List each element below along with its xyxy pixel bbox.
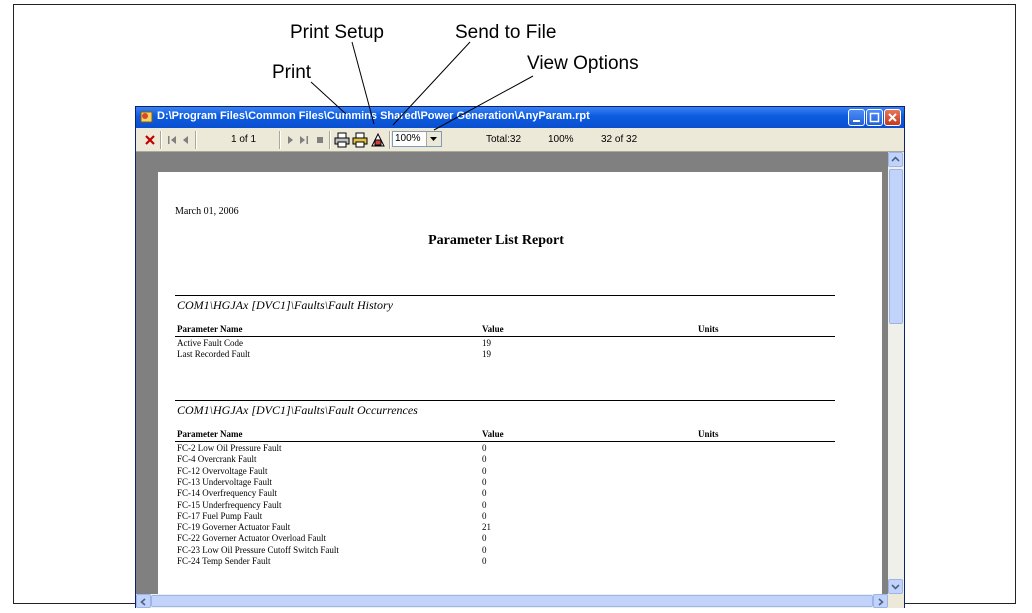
toolbar-separator (195, 131, 197, 149)
toolbar-separator (389, 131, 391, 149)
close-window-button[interactable] (884, 109, 901, 126)
stop-icon[interactable] (314, 132, 326, 148)
report-title: Parameter List Report (428, 233, 564, 248)
chevron-up-icon (891, 156, 900, 162)
maximize-button[interactable] (866, 109, 883, 126)
table-cell: 0 (482, 443, 487, 453)
report-date: March 01, 2006 (175, 206, 239, 217)
table-cell: 0 (482, 556, 487, 566)
section-rule (175, 400, 835, 401)
zoom-dropdown-button[interactable] (426, 132, 441, 146)
column-header: Value (482, 429, 504, 439)
table-cell: FC-13 Undervoltage Fault (177, 476, 272, 487)
percent-read: 100% (548, 134, 574, 145)
horizontal-scrollbar[interactable] (136, 594, 888, 608)
section-rule (175, 295, 835, 296)
first-page-icon[interactable] (166, 132, 178, 148)
column-header: Parameter Name (177, 324, 243, 334)
close-icon (888, 113, 897, 122)
table-cell: 19 (482, 349, 491, 360)
table-cell: 21 (482, 522, 491, 533)
table-cell: FC-12 Overvoltage Fault (177, 465, 268, 476)
table-cell: Active Fault Code (177, 338, 243, 348)
table-cell: FC-17 Fuel Pump Fault (177, 510, 263, 521)
toolbar-separator (329, 131, 331, 149)
toolbar-separator (279, 131, 281, 149)
next-page-icon[interactable] (284, 132, 296, 148)
total-records: Total:32 (486, 134, 522, 145)
scroll-left-button[interactable] (136, 594, 151, 608)
callout-view-options: View Options (527, 53, 639, 74)
last-page-icon[interactable] (298, 132, 310, 148)
table-cell: 0 (482, 544, 487, 555)
table-cell: FC-23 Low Oil Pressure Cutoff Switch Fau… (177, 544, 339, 555)
chevron-down-icon (430, 137, 437, 141)
header-rule (175, 441, 835, 442)
table-cell: 0 (482, 465, 487, 476)
chevron-right-icon (878, 598, 884, 606)
window-title: D:\Program Files\Common Files\Cummins Sh… (157, 110, 590, 122)
table-cell: FC-19 Governer Actuator Fault (177, 522, 291, 533)
table-cell: 0 (482, 499, 487, 510)
previous-page-icon[interactable] (180, 132, 192, 148)
record-count: 32 of 32 (601, 134, 638, 145)
printer-icon[interactable] (334, 132, 350, 148)
column-header: Units (698, 324, 719, 334)
page-indicator: 1 of 1 (231, 134, 257, 145)
scroll-right-button[interactable] (873, 594, 888, 608)
table-cell: FC-4 Overcrank Fault (177, 454, 257, 465)
title-bar[interactable]: D:\Program Files\Common Files\Cummins Sh… (136, 107, 904, 128)
report-toolbar: 1 of 1 100% Total:32 100% 32 of 32 (136, 128, 904, 152)
vertical-scroll-thumb[interactable] (889, 169, 903, 324)
scroll-up-button[interactable] (888, 152, 903, 167)
table-cell: 0 (482, 510, 487, 521)
column-header: Value (482, 324, 504, 334)
section-title: COM1\HGJAx [DVC1]\Faults\Fault History (177, 298, 393, 312)
table-cell: FC-15 Underfrequency Fault (177, 499, 282, 510)
header-rule (175, 336, 835, 337)
vertical-scrollbar[interactable] (888, 152, 904, 594)
scroll-down-button[interactable] (888, 579, 903, 594)
callout-send-to-file: Send to File (455, 22, 557, 43)
table-cell: 19 (482, 338, 491, 348)
resize-grip[interactable] (888, 594, 904, 608)
zoom-select[interactable]: 100% (392, 131, 442, 147)
table-cell: Last Recorded Fault (177, 349, 250, 360)
table-cell: FC-22 Governer Actuator Overload Fault (177, 533, 326, 544)
horizontal-scroll-thumb[interactable] (151, 595, 873, 607)
table-cell: 0 (482, 533, 487, 544)
table-cell: 0 (482, 476, 487, 487)
table-cell: FC-24 Temp Sender Fault (177, 556, 271, 566)
app-icon (140, 111, 153, 123)
section-title: COM1\HGJAx [DVC1]\Faults\Fault Occurrenc… (177, 403, 418, 417)
chevron-left-icon (140, 598, 146, 606)
minimize-icon (853, 120, 860, 122)
callout-print: Print (272, 62, 312, 83)
minimize-button[interactable] (848, 109, 865, 126)
cancel-icon[interactable] (144, 132, 156, 148)
toolbar-separator (160, 131, 162, 149)
table-cell: 0 (482, 488, 487, 499)
zoom-value: 100% (395, 133, 421, 144)
table-cell: FC-2 Low Oil Pressure Fault (177, 443, 282, 453)
callout-print-setup: Print Setup (290, 22, 384, 43)
column-header: Units (698, 429, 719, 439)
column-header: Parameter Name (177, 429, 243, 439)
chevron-down-icon (891, 584, 900, 590)
print-setup-icon[interactable] (352, 132, 368, 148)
table-cell: 0 (482, 454, 487, 465)
maximize-icon (869, 112, 880, 123)
send-to-file-icon[interactable] (370, 132, 386, 148)
table-cell: FC-14 Overfrequency Fault (177, 488, 277, 499)
